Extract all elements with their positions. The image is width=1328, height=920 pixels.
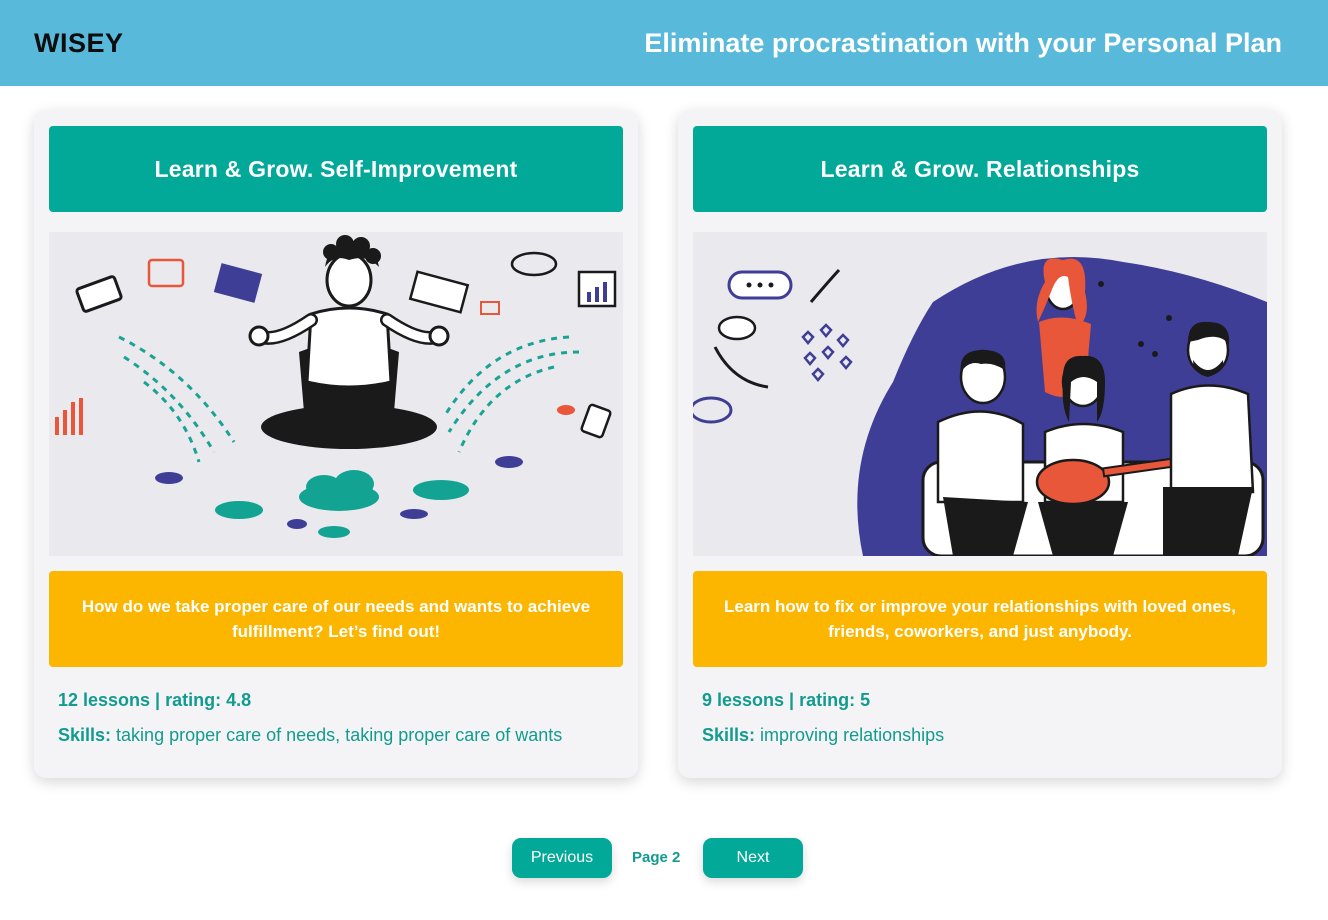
card-skills: Skills: taking proper care of needs, tak… <box>58 725 562 746</box>
card-title[interactable]: Learn & Grow. Self-Improvement <box>49 126 623 212</box>
page-indicator: Page 2 <box>632 849 681 866</box>
header-tagline: Eliminate procrastination with your Pers… <box>644 27 1282 58</box>
course-card-self-improvement[interactable]: Learn & Grow. Self-Improvement How do we… <box>34 110 638 778</box>
card-description: Learn how to fix or improve your relatio… <box>693 571 1267 667</box>
card-skills: Skills: improving relationships <box>702 725 944 746</box>
pagination: Previous Page 2 Next <box>0 838 1328 878</box>
skills-value: taking proper care of needs, taking prop… <box>116 725 563 745</box>
friends-on-sofa-illustration <box>693 232 1267 556</box>
brand-logo[interactable]: WISEY <box>34 28 124 59</box>
next-button[interactable]: Next <box>703 838 803 878</box>
skills-value: improving relationships <box>760 725 945 745</box>
meditating-person-illustration <box>49 232 623 556</box>
skills-label: Skills: <box>702 725 756 745</box>
top-header: WISEY Eliminate procrastination with you… <box>0 0 1328 86</box>
card-stats: 9 lessons | rating: 5 <box>702 690 871 710</box>
card-description: How do we take proper care of our needs … <box>49 571 623 667</box>
course-card-relationships[interactable]: Learn & Grow. Relationships Learn how to… <box>678 110 1282 778</box>
card-title[interactable]: Learn & Grow. Relationships <box>693 126 1267 212</box>
skills-label: Skills: <box>58 725 112 745</box>
card-stats: 12 lessons | rating: 4.8 <box>58 690 252 710</box>
previous-button[interactable]: Previous <box>512 838 612 878</box>
